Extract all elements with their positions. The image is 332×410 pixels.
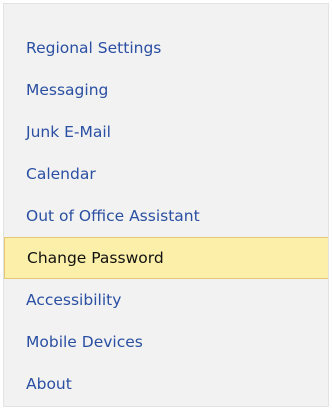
- nav-item-about[interactable]: About: [4, 363, 328, 405]
- nav-item-out-of-office-assistant[interactable]: Out of Office Assistant: [4, 195, 328, 237]
- nav-item-change-password[interactable]: Change Password: [4, 237, 328, 279]
- nav-item-regional-settings[interactable]: Regional Settings: [4, 27, 328, 69]
- nav-item-label[interactable]: Out of Office Assistant: [26, 207, 200, 225]
- nav-item-label[interactable]: Mobile Devices: [26, 333, 143, 351]
- nav-item-calendar[interactable]: Calendar: [4, 153, 328, 195]
- nav-item-mobile-devices[interactable]: Mobile Devices: [4, 321, 328, 363]
- nav-item-label[interactable]: About: [26, 375, 72, 393]
- nav-item-junk-email[interactable]: Junk E-Mail: [4, 111, 328, 153]
- nav-item-label[interactable]: Change Password: [27, 249, 164, 267]
- nav-item-label[interactable]: Calendar: [26, 165, 96, 183]
- nav-item-label[interactable]: Messaging: [26, 81, 108, 99]
- options-nav-list: Regional Settings Messaging Junk E-Mail …: [4, 27, 328, 405]
- nav-item-messaging[interactable]: Messaging: [4, 69, 328, 111]
- options-nav-panel: Regional Settings Messaging Junk E-Mail …: [3, 3, 329, 407]
- nav-item-accessibility[interactable]: Accessibility: [4, 279, 328, 321]
- nav-item-label[interactable]: Junk E-Mail: [26, 123, 111, 141]
- nav-item-label[interactable]: Accessibility: [26, 291, 121, 309]
- nav-item-label[interactable]: Regional Settings: [26, 39, 161, 57]
